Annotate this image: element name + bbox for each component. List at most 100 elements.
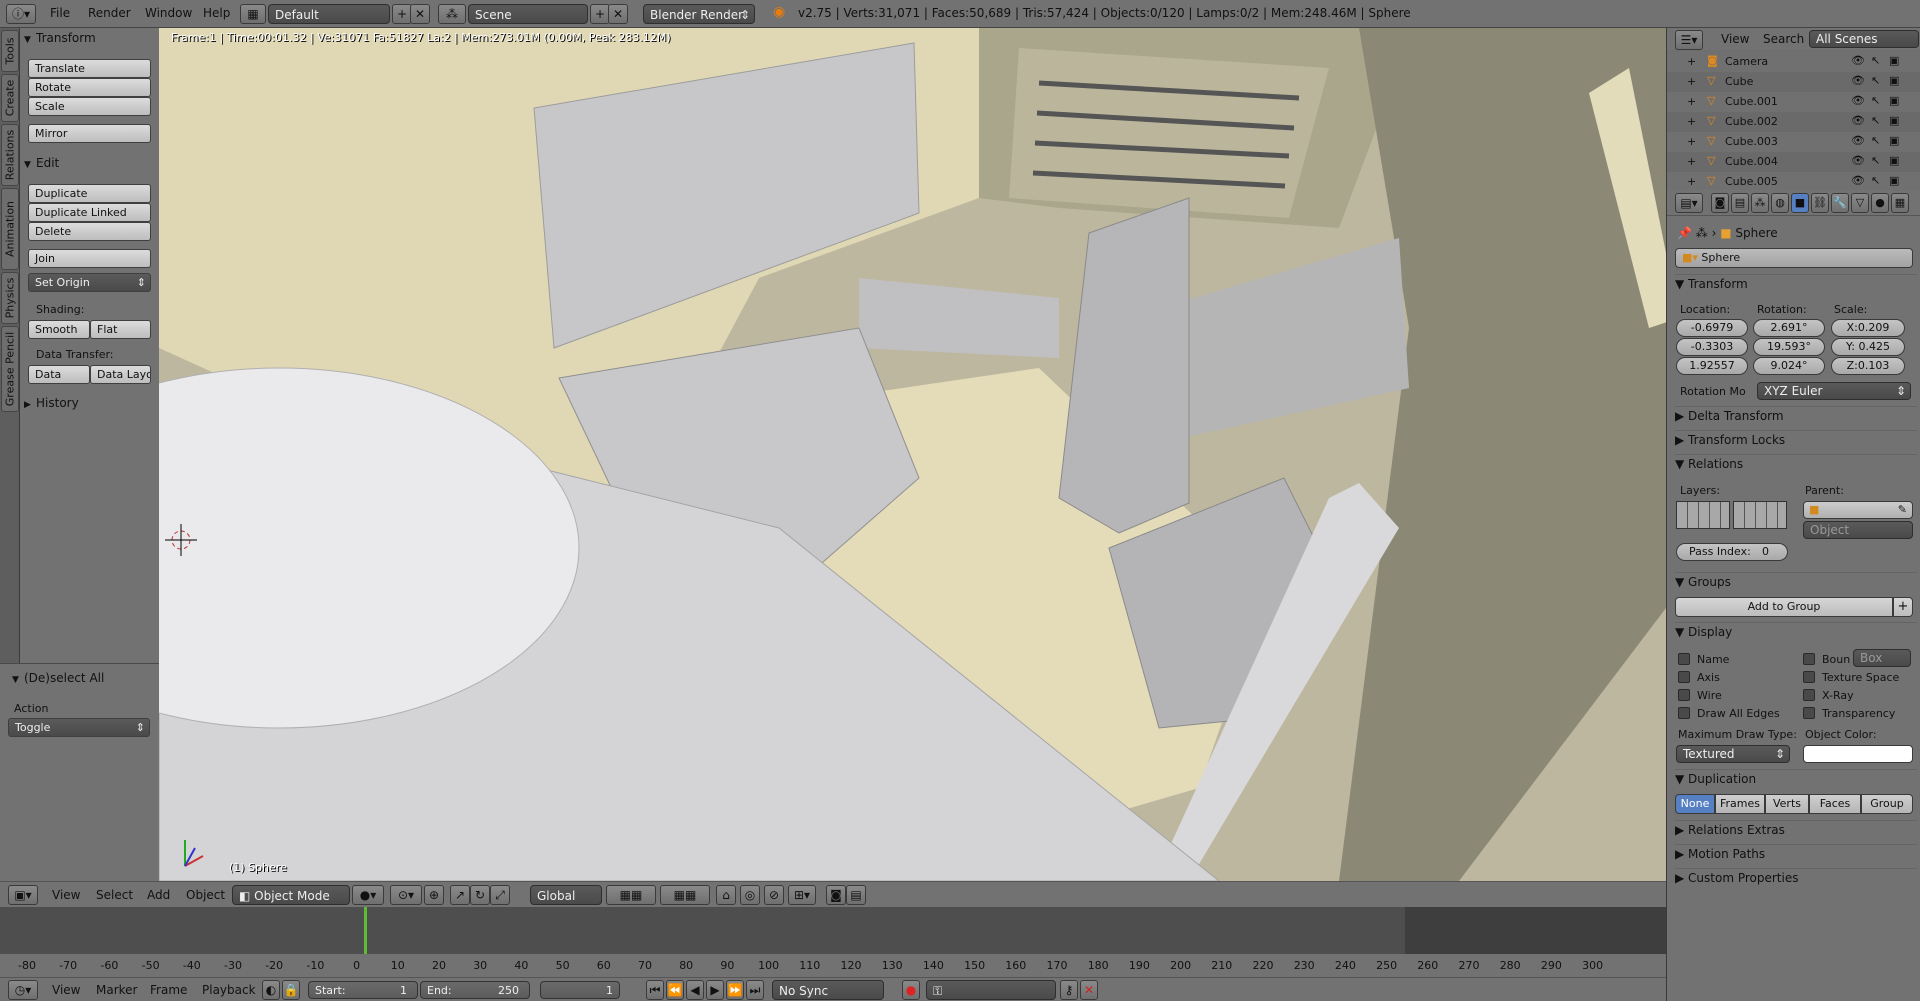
operator-panel-header[interactable]: ▼ (De)select All (12, 671, 104, 685)
outliner-item[interactable]: + ▽ Cube.005 👁 ↖ ▣ (1667, 172, 1920, 190)
scale-z-field[interactable]: Z:0.103 (1831, 357, 1905, 375)
tab-tools[interactable]: Tools (1, 30, 19, 72)
select-cursor-icon[interactable]: ↖ (1871, 94, 1880, 107)
3d-viewport[interactable]: Frame:1 | Time:00:01.32 | Ve:31071 Fa:51… (159, 28, 1666, 881)
display-mode-dropdown[interactable]: All Scenes (1809, 30, 1919, 48)
expand-icon[interactable]: + (1687, 55, 1696, 68)
render-camera-icon[interactable]: ▣ (1889, 134, 1899, 147)
render-anim-icon[interactable]: ▤ (846, 885, 866, 905)
select-cursor-icon[interactable]: ↖ (1871, 74, 1880, 87)
outliner-item[interactable]: + ▽ Cube.002 👁 ↖ ▣ (1667, 112, 1920, 132)
visibility-eye-icon[interactable]: 👁 (1851, 54, 1865, 67)
rotate-button[interactable]: Rotate (28, 78, 151, 97)
menu-marker[interactable]: Marker (96, 983, 137, 997)
render-camera-icon[interactable]: ▣ (1889, 54, 1899, 67)
menu-object[interactable]: Object (186, 888, 225, 902)
tab-data-icon[interactable]: ▽ (1851, 193, 1869, 213)
prev-keyframe-icon[interactable]: ⏪ (666, 980, 684, 1000)
custom-properties-panel-header[interactable]: ▶ Custom Properties (1675, 868, 1917, 885)
mirror-button[interactable]: Mirror (28, 124, 151, 143)
dup-verts-button[interactable]: Verts (1765, 794, 1809, 814)
expand-icon[interactable]: + (1687, 175, 1696, 188)
visibility-eye-icon[interactable]: 👁 (1851, 74, 1865, 87)
expand-icon[interactable]: + (1687, 155, 1696, 168)
tab-world-icon[interactable]: ◍ (1771, 193, 1789, 213)
add-scene-icon[interactable]: + (590, 4, 610, 24)
render-camera-icon[interactable]: ▣ (1889, 74, 1899, 87)
visibility-eye-icon[interactable]: 👁 (1851, 94, 1865, 107)
render-engine-dropdown[interactable]: Blender Render ⇕ (643, 4, 755, 24)
expand-icon[interactable]: + (1687, 115, 1696, 128)
data-button[interactable]: Data (28, 365, 90, 384)
rotation-z-field[interactable]: 9.024° (1753, 357, 1825, 375)
select-cursor-icon[interactable]: ↖ (1871, 154, 1880, 167)
end-frame-field[interactable]: End: 250 (420, 981, 530, 999)
editor-type-icon[interactable]: ▤▾ (1675, 193, 1703, 213)
timeline-ruler[interactable]: -80 -70 -60 -50 -40 -30 -20 -10 0 10 20 30 40 50 60 70 8… (0, 954, 1666, 977)
tab-object-icon[interactable]: ■ (1791, 193, 1809, 213)
history-panel-header[interactable]: ▶ History (24, 396, 79, 410)
scale-y-field[interactable]: Y: 0.425 (1831, 338, 1905, 356)
proportional-edit-icon[interactable]: ◎ (740, 885, 760, 905)
rotation-mode-dropdown[interactable]: XYZ Euler ⇕ (1757, 382, 1911, 400)
visibility-eye-icon[interactable]: 👁 (1851, 154, 1865, 167)
transparency-checkbox[interactable] (1803, 707, 1815, 719)
duplicate-linked-button[interactable]: Duplicate Linked (28, 203, 151, 222)
duplicate-button[interactable]: Duplicate (28, 184, 151, 203)
location-x-field[interactable]: -0.6979 (1676, 319, 1748, 337)
range-icon[interactable]: ◐ (262, 980, 280, 1000)
scale-manipulator-icon[interactable]: ⤢ (490, 885, 510, 905)
render-camera-icon[interactable]: ▣ (1889, 114, 1899, 127)
current-frame-field[interactable]: 1 (540, 981, 620, 999)
expand-icon[interactable]: + (1687, 95, 1696, 108)
render-still-icon[interactable]: ◙ (826, 885, 846, 905)
bounds-checkbox[interactable] (1803, 653, 1815, 665)
edit-panel-header[interactable]: ▼ Edit (24, 156, 59, 170)
menu-frame[interactable]: Frame (150, 983, 187, 997)
record-icon[interactable]: ● (902, 980, 920, 1000)
name-checkbox[interactable] (1678, 653, 1690, 665)
motion-paths-panel-header[interactable]: ▶ Motion Paths (1675, 844, 1917, 861)
menu-add[interactable]: Add (147, 888, 170, 902)
scene-icon[interactable]: ⁂ (438, 4, 466, 24)
relations-extras-panel-header[interactable]: ▶ Relations Extras (1675, 820, 1917, 837)
parent-field[interactable]: ■ ✎ (1803, 501, 1913, 519)
jump-start-icon[interactable]: ⏮ (646, 980, 664, 1000)
tab-material-icon[interactable]: ● (1871, 193, 1889, 213)
snap-toggle-icon[interactable]: ⊘ (764, 885, 784, 905)
outliner-item[interactable]: + ▽ Cube.001 👁 ↖ ▣ (1667, 92, 1920, 112)
wire-checkbox[interactable] (1678, 689, 1690, 701)
smooth-button[interactable]: Smooth (28, 320, 90, 339)
expand-icon[interactable]: + (1687, 75, 1696, 88)
x-ray-checkbox[interactable] (1803, 689, 1815, 701)
select-cursor-icon[interactable]: ↖ (1871, 54, 1880, 67)
timeline[interactable]: -80 -70 -60 -50 -40 -30 -20 -10 0 10 20 30 40 50 60 70 8… (0, 907, 1666, 977)
relations-panel-header[interactable]: ▼ Relations (1675, 454, 1917, 471)
join-button[interactable]: Join (28, 249, 151, 268)
layers-grid-icon[interactable]: ▦▦ (606, 885, 656, 905)
play-icon[interactable]: ▶ (706, 980, 724, 1000)
add-layout-icon[interactable]: + (392, 4, 412, 24)
next-keyframe-icon[interactable]: ⏩ (726, 980, 744, 1000)
start-frame-field[interactable]: Start: 1 (308, 981, 418, 999)
manipulator-toggle-icon[interactable]: ⊕ (424, 885, 444, 905)
insert-keyframe-icon[interactable]: ⚷ (1060, 980, 1078, 1000)
layers-grid-a[interactable] (1676, 501, 1730, 529)
transform-panel-header[interactable]: ▼ Transform (24, 31, 96, 45)
rotate-manipulator-icon[interactable]: ↻ (470, 885, 490, 905)
visibility-eye-icon[interactable]: 👁 (1851, 174, 1865, 187)
menu-select[interactable]: Select (96, 888, 133, 902)
set-origin-dropdown[interactable]: Set Origin ⇕ (28, 273, 151, 292)
dup-none-button[interactable]: None (1675, 794, 1715, 814)
snap-element-icon[interactable]: ⊞▾ (788, 885, 816, 905)
render-camera-icon[interactable]: ▣ (1889, 94, 1899, 107)
dup-faces-button[interactable]: Faces (1809, 794, 1861, 814)
keying-set-field[interactable]: ⚿ (926, 980, 1056, 1000)
jump-end-icon[interactable]: ⏭ (746, 980, 764, 1000)
layers-grid-2-icon[interactable]: ▦▦ (660, 885, 710, 905)
tab-render-icon[interactable]: ◙ (1711, 193, 1729, 213)
duplication-panel-header[interactable]: ▼ Duplication (1675, 769, 1917, 786)
tab-create[interactable]: Create (1, 74, 19, 122)
max-draw-type-dropdown[interactable]: Textured ⇕ (1676, 745, 1790, 763)
tab-grease-pencil[interactable]: Grease Pencil (1, 326, 19, 412)
